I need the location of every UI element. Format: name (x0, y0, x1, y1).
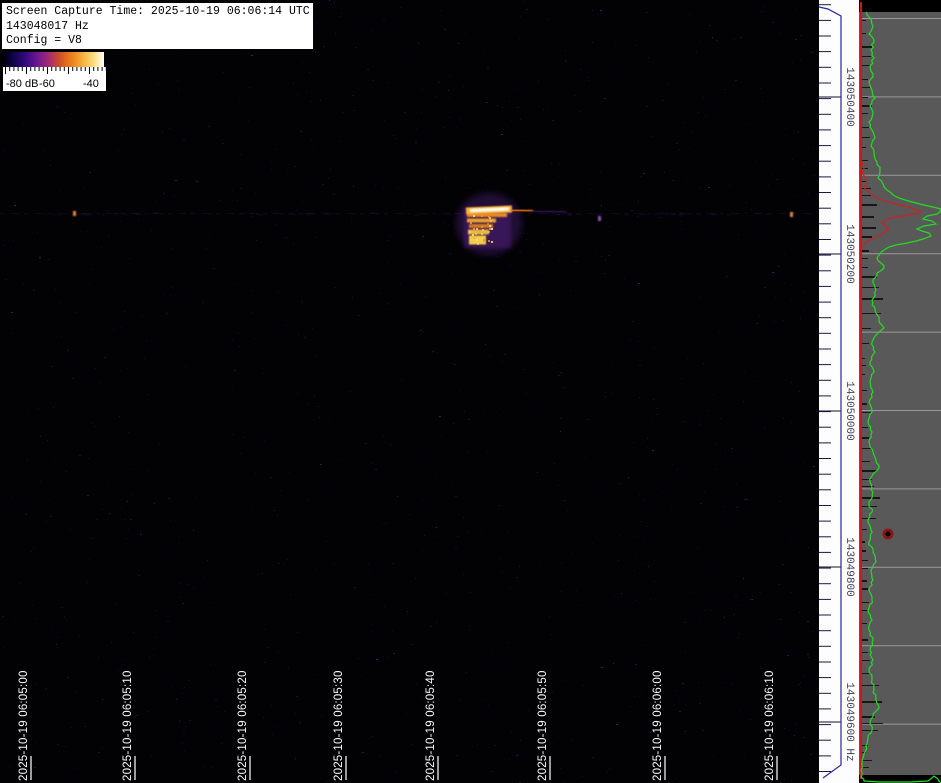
colorbar-tick-box: -80 dB -60 -40 (3, 67, 106, 91)
frequency-axis-scale: 143050400 143050200 143050000 143049800 1430… (818, 4, 855, 779)
meteor-echo (443, 94, 567, 430)
freq-label: 143050000 (843, 381, 855, 440)
signal-blips (73, 197, 793, 238)
config-label: Config = V8 (6, 34, 82, 47)
time-axis-labels: 2025-10-19 06:05:00 2025-10-19 06:05:10 20… (18, 670, 778, 781)
waterfall-panel: 2025-10-19 06:05:00 2025-10-19 06:05:10 20… (0, 0, 819, 783)
spectrogram-app: 2025-10-19 06:05:00 2025-10-19 06:05:10 20… (0, 0, 941, 783)
carrier-line (0, 212, 818, 216)
noise-layer (2, 0, 818, 783)
capture-time-label: Screen Capture Time: 2025-10-19 06:06:14… (6, 5, 310, 18)
color-scale: -80 dB -60 -40 (3, 52, 108, 91)
time-label: 2025-10-19 06:05:10 (122, 670, 134, 781)
marker-dot (882, 528, 894, 540)
freq-label: 143050400 (843, 67, 855, 126)
time-label: 2025-10-19 06:05:50 (537, 670, 549, 781)
spectrum-baseline (860, 2, 862, 779)
freq-label: 143050200 (843, 224, 855, 283)
info-box: Screen Capture Time: 2025-10-19 06:06:14… (2, 3, 313, 49)
db-label-80: -80 dB (6, 78, 39, 90)
db-label-60: -60 (39, 78, 55, 90)
time-label: 2025-10-19 06:06:00 (652, 670, 664, 781)
time-label: 2025-10-19 06:05:30 (333, 670, 345, 781)
time-label: 2025-10-19 06:05:40 (425, 670, 437, 781)
spectrum-plot (859, 2, 941, 783)
colorbar-gradient (3, 52, 104, 67)
time-label: 2025-10-19 06:05:00 (18, 670, 30, 781)
colorbar-ticks (5, 67, 106, 74)
waterfall-plot: 2025-10-19 06:05:00 2025-10-19 06:05:10 20… (0, 0, 818, 783)
spectrum-panel (859, 0, 941, 783)
freq-label: 143049600 Hz (843, 682, 855, 761)
time-label: 2025-10-19 06:05:20 (237, 670, 249, 781)
frequency-label: 143048017 Hz (6, 19, 89, 33)
time-label: 2025-10-19 06:06:10 (764, 670, 776, 781)
freq-label: 143049800 (843, 537, 855, 596)
frequency-axis: 143050400 143050200 143050000 143049800 1430… (818, 0, 859, 783)
db-label-40: -40 (83, 78, 99, 90)
